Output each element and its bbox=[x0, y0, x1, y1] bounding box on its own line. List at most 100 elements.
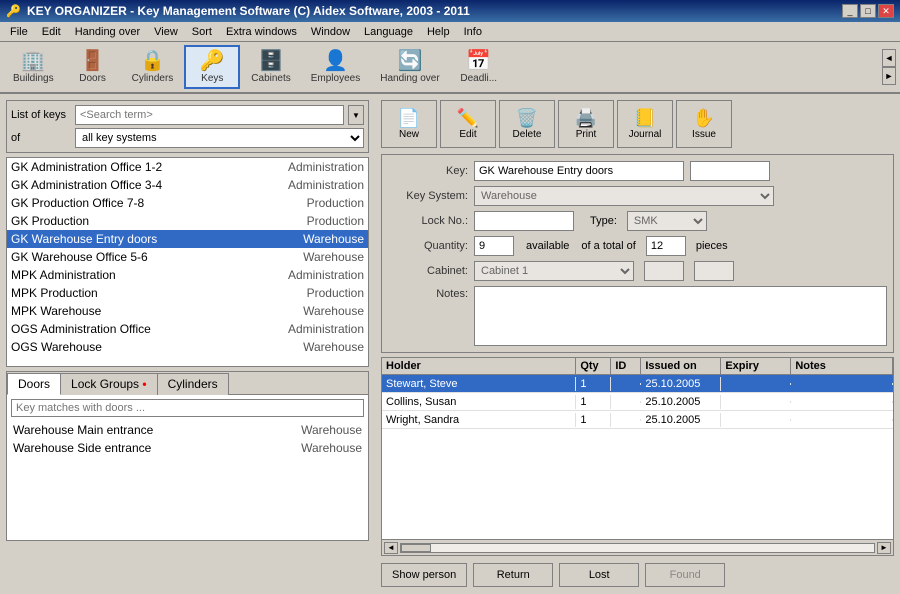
door-list-item[interactable]: Warehouse Side entrance Warehouse bbox=[11, 439, 364, 457]
list-item[interactable]: MPK Administration Administration bbox=[7, 266, 368, 284]
list-item[interactable]: GK Administration Office 1-2 Administrat… bbox=[7, 158, 368, 176]
title-text: KEY ORGANIZER - Key Management Software … bbox=[27, 4, 470, 18]
menu-view[interactable]: View bbox=[148, 25, 184, 39]
type-label: Type: bbox=[590, 215, 617, 227]
search-dropdown-arrow[interactable]: ▼ bbox=[348, 105, 364, 125]
key-value-input[interactable] bbox=[474, 161, 684, 181]
journal-button[interactable]: 📒 Journal bbox=[617, 100, 673, 148]
cabinets-icon: 🗄️ bbox=[259, 51, 284, 71]
table-row[interactable]: Wright, Sandra 1 25.10.2005 bbox=[382, 411, 893, 429]
list-item[interactable]: OGS Warehouse Warehouse bbox=[7, 338, 368, 356]
table-row[interactable]: Collins, Susan 1 25.10.2005 bbox=[382, 393, 893, 411]
bottom-buttons: Show person Return Lost Found bbox=[381, 560, 894, 590]
notes-textarea[interactable] bbox=[474, 286, 887, 346]
menu-file[interactable]: File bbox=[4, 25, 34, 39]
list-item[interactable]: MPK Production Production bbox=[7, 284, 368, 302]
window-controls[interactable]: _ □ ✕ bbox=[842, 4, 894, 18]
pieces-label: pieces bbox=[696, 240, 728, 252]
list-item[interactable]: GK Administration Office 3-4 Administrat… bbox=[7, 176, 368, 194]
details-panel: Key: Key System: Warehouse Lock No.: Typ… bbox=[381, 154, 894, 353]
toolbar-scroll[interactable]: ◄ ► bbox=[882, 49, 896, 85]
handing-over-icon: 🔄 bbox=[398, 51, 423, 71]
cabinets-label: Cabinets bbox=[251, 73, 290, 84]
key-label: Key: bbox=[388, 165, 468, 177]
cabinet-extra1-input[interactable] bbox=[644, 261, 684, 281]
delete-button[interactable]: 🗑️ Delete bbox=[499, 100, 555, 148]
toolbar-keys[interactable]: 🔑 Keys bbox=[184, 45, 240, 89]
show-person-button[interactable]: Show person bbox=[381, 563, 467, 587]
new-button[interactable]: 📄 New bbox=[381, 100, 437, 148]
toolbar-doors[interactable]: 🚪 Doors bbox=[65, 45, 121, 89]
tab-doors[interactable]: Doors bbox=[7, 373, 61, 395]
lock-no-input[interactable] bbox=[474, 211, 574, 231]
menu-help[interactable]: Help bbox=[421, 25, 456, 39]
table-row[interactable]: Stewart, Steve 1 25.10.2005 bbox=[382, 375, 893, 393]
table-horizontal-scrollbar[interactable]: ◄ ► bbox=[382, 539, 893, 555]
tab-cylinders[interactable]: Cylinders bbox=[157, 373, 229, 395]
list-item[interactable]: GK Production Production bbox=[7, 212, 368, 230]
lost-button[interactable]: Lost bbox=[559, 563, 639, 587]
notes-label: Notes: bbox=[388, 288, 468, 300]
quantity-label: Quantity: bbox=[388, 240, 468, 252]
delete-icon: 🗑️ bbox=[516, 109, 538, 127]
toolbar-scroll-left[interactable]: ◄ bbox=[882, 49, 896, 67]
key-list[interactable]: GK Administration Office 1-2 Administrat… bbox=[6, 157, 369, 367]
edit-button[interactable]: ✏️ Edit bbox=[440, 100, 496, 148]
doors-icon: 🚪 bbox=[80, 51, 105, 71]
menu-extra-windows[interactable]: Extra windows bbox=[220, 25, 303, 39]
toolbar-cylinders[interactable]: 🔒 Cylinders bbox=[123, 45, 183, 89]
employees-label: Employees bbox=[311, 73, 360, 84]
toolbar-handing-over[interactable]: 🔄 Handing over bbox=[371, 45, 448, 89]
th-notes: Notes bbox=[791, 358, 893, 374]
cylinders-label: Cylinders bbox=[132, 73, 174, 84]
type-dropdown[interactable]: SMK bbox=[627, 211, 707, 231]
quantity-input[interactable] bbox=[474, 236, 514, 256]
cabinet-dropdown[interactable]: Cabinet 1 bbox=[474, 261, 634, 281]
system-dropdown[interactable]: all key systems bbox=[75, 128, 364, 148]
deadlines-label: Deadli... bbox=[460, 73, 497, 84]
lock-no-row: Lock No.: Type: SMK bbox=[388, 211, 887, 231]
toolbar-employees[interactable]: 👤 Employees bbox=[302, 45, 369, 89]
list-item[interactable]: OGS Administration Office Administration bbox=[7, 320, 368, 338]
door-search-input[interactable] bbox=[11, 399, 364, 417]
left-panel: List of keys ▼ of all key systems GK Adm… bbox=[0, 94, 375, 594]
buildings-icon: 🏢 bbox=[21, 51, 46, 71]
scroll-right-btn[interactable]: ► bbox=[877, 542, 891, 554]
maximize-button[interactable]: □ bbox=[860, 4, 876, 18]
close-button[interactable]: ✕ bbox=[878, 4, 894, 18]
minimize-button[interactable]: _ bbox=[842, 4, 858, 18]
search-input[interactable] bbox=[75, 105, 344, 125]
menu-bar: File Edit Handing over View Sort Extra w… bbox=[0, 22, 900, 42]
key-row: Key: bbox=[388, 161, 887, 181]
cabinet-extra2-input[interactable] bbox=[694, 261, 734, 281]
total-input[interactable] bbox=[646, 236, 686, 256]
menu-info[interactable]: Info bbox=[458, 25, 488, 39]
menu-window[interactable]: Window bbox=[305, 25, 356, 39]
list-item[interactable]: GK Warehouse Office 5-6 Warehouse bbox=[7, 248, 368, 266]
issue-button[interactable]: ✋ Issue bbox=[676, 100, 732, 148]
key-extra-input[interactable] bbox=[690, 161, 770, 181]
toolbar-cabinets[interactable]: 🗄️ Cabinets bbox=[242, 45, 299, 89]
scroll-track[interactable] bbox=[400, 543, 875, 553]
scroll-left-btn[interactable]: ◄ bbox=[384, 542, 398, 554]
menu-handing-over[interactable]: Handing over bbox=[69, 25, 146, 39]
list-item-selected[interactable]: GK Warehouse Entry doors Warehouse bbox=[7, 230, 368, 248]
toolbar-deadlines[interactable]: 📅 Deadli... bbox=[451, 45, 507, 89]
scroll-thumb[interactable] bbox=[401, 544, 431, 552]
list-item[interactable]: GK Production Office 7-8 Production bbox=[7, 194, 368, 212]
menu-language[interactable]: Language bbox=[358, 25, 419, 39]
tab-lock-groups[interactable]: Lock Groups • bbox=[60, 373, 158, 395]
menu-sort[interactable]: Sort bbox=[186, 25, 218, 39]
menu-edit[interactable]: Edit bbox=[36, 25, 67, 39]
toolbar-buildings[interactable]: 🏢 Buildings bbox=[4, 45, 63, 89]
return-button[interactable]: Return bbox=[473, 563, 553, 587]
door-list-item[interactable]: Warehouse Main entrance Warehouse bbox=[11, 421, 364, 439]
key-system-row: Key System: Warehouse bbox=[388, 186, 887, 206]
list-of-keys-label: List of keys bbox=[11, 109, 71, 121]
print-icon: 🖨️ bbox=[575, 109, 597, 127]
key-system-dropdown[interactable]: Warehouse bbox=[474, 186, 774, 206]
list-item[interactable]: MPK Warehouse Warehouse bbox=[7, 302, 368, 320]
found-button[interactable]: Found bbox=[645, 563, 725, 587]
print-button[interactable]: 🖨️ Print bbox=[558, 100, 614, 148]
toolbar-scroll-right[interactable]: ► bbox=[882, 67, 896, 85]
